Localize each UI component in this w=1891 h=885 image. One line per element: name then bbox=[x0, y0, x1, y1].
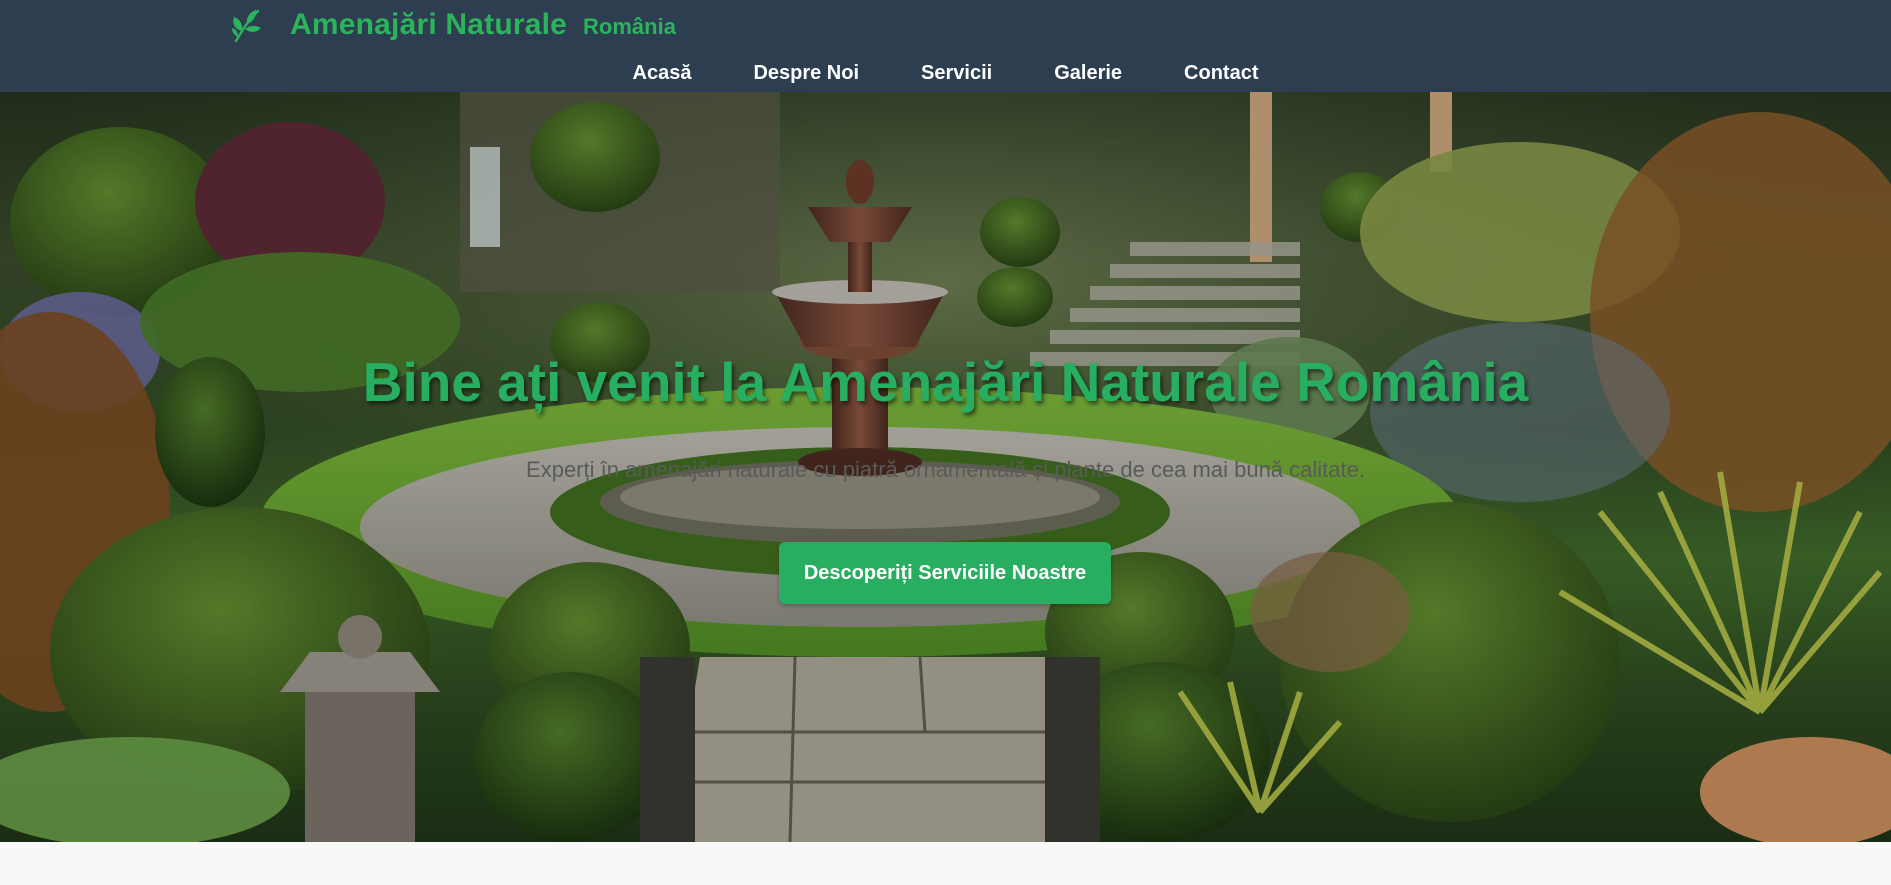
leaf-sprig-icon bbox=[228, 5, 268, 45]
main-nav: Acasă Despre Noi Servicii Galerie Contac… bbox=[0, 58, 1891, 89]
nav-item-servicii[interactable]: Servicii bbox=[890, 58, 1023, 89]
nav-item-galerie[interactable]: Galerie bbox=[1023, 58, 1153, 89]
site-header: Amenajări Naturale România Acasă Despre … bbox=[0, 0, 1891, 92]
next-section-strip bbox=[0, 842, 1891, 885]
hero-title: Bine ați venit la Amenajări Naturale Rom… bbox=[362, 351, 1529, 413]
hero-section: Bine ați venit la Amenajări Naturale Rom… bbox=[0, 92, 1891, 842]
brand-country: România bbox=[583, 14, 676, 39]
brand-name: Amenajări Naturale bbox=[290, 8, 568, 41]
nav-item-despre-noi[interactable]: Despre Noi bbox=[722, 58, 890, 89]
nav-item-acasa[interactable]: Acasă bbox=[602, 58, 723, 89]
nav-item-contact[interactable]: Contact bbox=[1153, 58, 1289, 89]
hero-subtitle: Experți în amenajări naturale cu piatră … bbox=[526, 457, 1365, 482]
discover-services-button[interactable]: Descoperiți Serviciile Noastre bbox=[779, 542, 1111, 604]
brand-logo-link[interactable]: Amenajări Naturale România bbox=[228, 4, 676, 46]
